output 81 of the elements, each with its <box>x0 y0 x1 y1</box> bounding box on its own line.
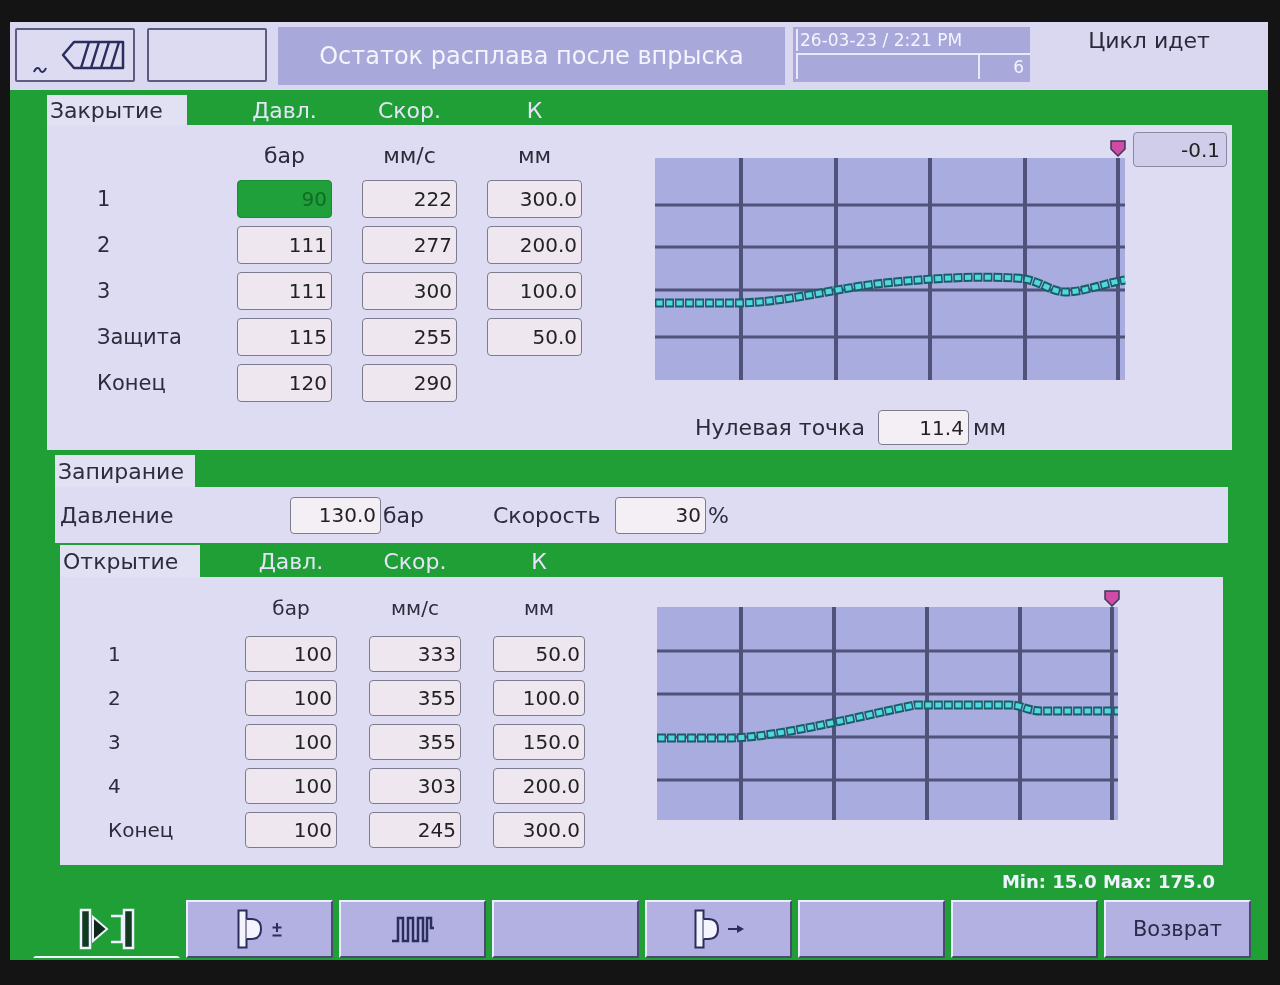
pressure-field[interactable]: 130.0 <box>290 496 381 534</box>
speed-field[interactable]: 355 <box>369 680 461 716</box>
unit-label: мм <box>523 596 555 620</box>
screw-icon <box>61 40 125 70</box>
row-label: 1 <box>108 642 121 666</box>
position-readout: -0.1 <box>1133 132 1227 167</box>
unit-label: мм <box>517 142 552 168</box>
pressure-field[interactable]: 115 <box>237 318 332 356</box>
column-header: Давл. <box>257 547 325 576</box>
row-label: Конец <box>97 371 166 395</box>
position-field[interactable]: 50.0 <box>493 636 585 672</box>
unit-label: мм <box>972 415 1007 440</box>
clamp-icon <box>78 907 135 951</box>
column-header: К <box>530 547 548 576</box>
row-label: 2 <box>97 233 111 257</box>
speed-field[interactable]: 290 <box>362 364 457 402</box>
row-label: Конец <box>108 818 174 842</box>
speed-field[interactable]: 30 <box>615 496 706 534</box>
row-label: 3 <box>97 279 111 303</box>
empty-button[interactable] <box>147 28 267 82</box>
plus-minus-icon <box>270 921 283 937</box>
unit-label: мм/с <box>391 596 439 620</box>
pressure-field[interactable]: 100 <box>245 636 337 672</box>
limits-text: Min: 15.0 Max: 175.0 <box>1001 871 1215 892</box>
pressure-field[interactable]: 111 <box>237 272 332 310</box>
pressure-field[interactable]: 100 <box>245 768 337 804</box>
counter-text: 6 <box>978 55 1030 79</box>
pressure-field[interactable]: 100 <box>245 680 337 716</box>
marker-icon <box>1110 140 1126 158</box>
speed-field[interactable]: 300 <box>362 272 457 310</box>
datetime-text: 26-03-23 / 2:21 PM <box>796 29 963 51</box>
row-label: 2 <box>108 686 121 710</box>
row-label: 3 <box>108 730 121 754</box>
column-header: Скор. <box>382 547 448 576</box>
tilde-icon <box>33 66 47 74</box>
arrow-icon <box>727 924 744 934</box>
position-field[interactable]: 300.0 <box>493 812 585 848</box>
screw-button[interactable] <box>15 28 135 82</box>
unit-label: мм/с <box>383 142 436 168</box>
pressure-field[interactable]: 111 <box>237 226 332 264</box>
section-title: Закрытие <box>47 95 187 125</box>
pulse-wave-icon <box>390 914 435 944</box>
speed-field[interactable]: 245 <box>369 812 461 848</box>
speed-field[interactable]: 222 <box>362 180 457 218</box>
column-header: Скор. <box>376 96 443 125</box>
section-title: Открытие <box>60 545 200 577</box>
speed-field[interactable]: 255 <box>362 318 457 356</box>
position-field[interactable]: 300.0 <box>487 180 582 218</box>
speed-field[interactable]: 355 <box>369 724 461 760</box>
column-header: Давл. <box>251 96 318 125</box>
plate-icon <box>236 909 263 949</box>
field-label: Скорость <box>493 502 601 528</box>
column-header: К <box>525 96 544 125</box>
plate-icon <box>693 909 720 949</box>
pressure-field[interactable]: 100 <box>245 812 337 848</box>
unit-label: бар <box>264 142 305 168</box>
position-field[interactable]: 200.0 <box>493 768 585 804</box>
unit-label: бар <box>383 502 424 528</box>
row-label: 4 <box>108 774 121 798</box>
position-field[interactable]: 50.0 <box>487 318 582 356</box>
marker-icon <box>1104 590 1120 608</box>
speed-field[interactable]: 333 <box>369 636 461 672</box>
pressure-field[interactable]: 100 <box>245 724 337 760</box>
speed-field[interactable]: 277 <box>362 226 457 264</box>
field-label: Давление <box>60 502 174 528</box>
position-field[interactable]: 150.0 <box>493 724 585 760</box>
zero-point-label: Нулевая точка <box>695 415 865 440</box>
row-label: Защита <box>97 325 182 349</box>
status-text: Цикл идет <box>1088 28 1210 53</box>
section-title: Запирание <box>55 455 195 487</box>
position-field[interactable]: 200.0 <box>487 226 582 264</box>
position-field[interactable]: 100.0 <box>493 680 585 716</box>
row-label: 1 <box>97 187 111 211</box>
position-field[interactable]: 100.0 <box>487 272 582 310</box>
return-button[interactable]: Возврат <box>1104 900 1251 958</box>
pressure-field[interactable]: 120 <box>237 364 332 402</box>
unit-label: % <box>708 502 729 528</box>
speed-field[interactable]: 303 <box>369 768 461 804</box>
unit-label: бар <box>272 596 310 620</box>
title-bar: Остаток расплава после впрыска <box>278 27 785 85</box>
zero-point-field[interactable]: 11.4 <box>877 410 969 445</box>
